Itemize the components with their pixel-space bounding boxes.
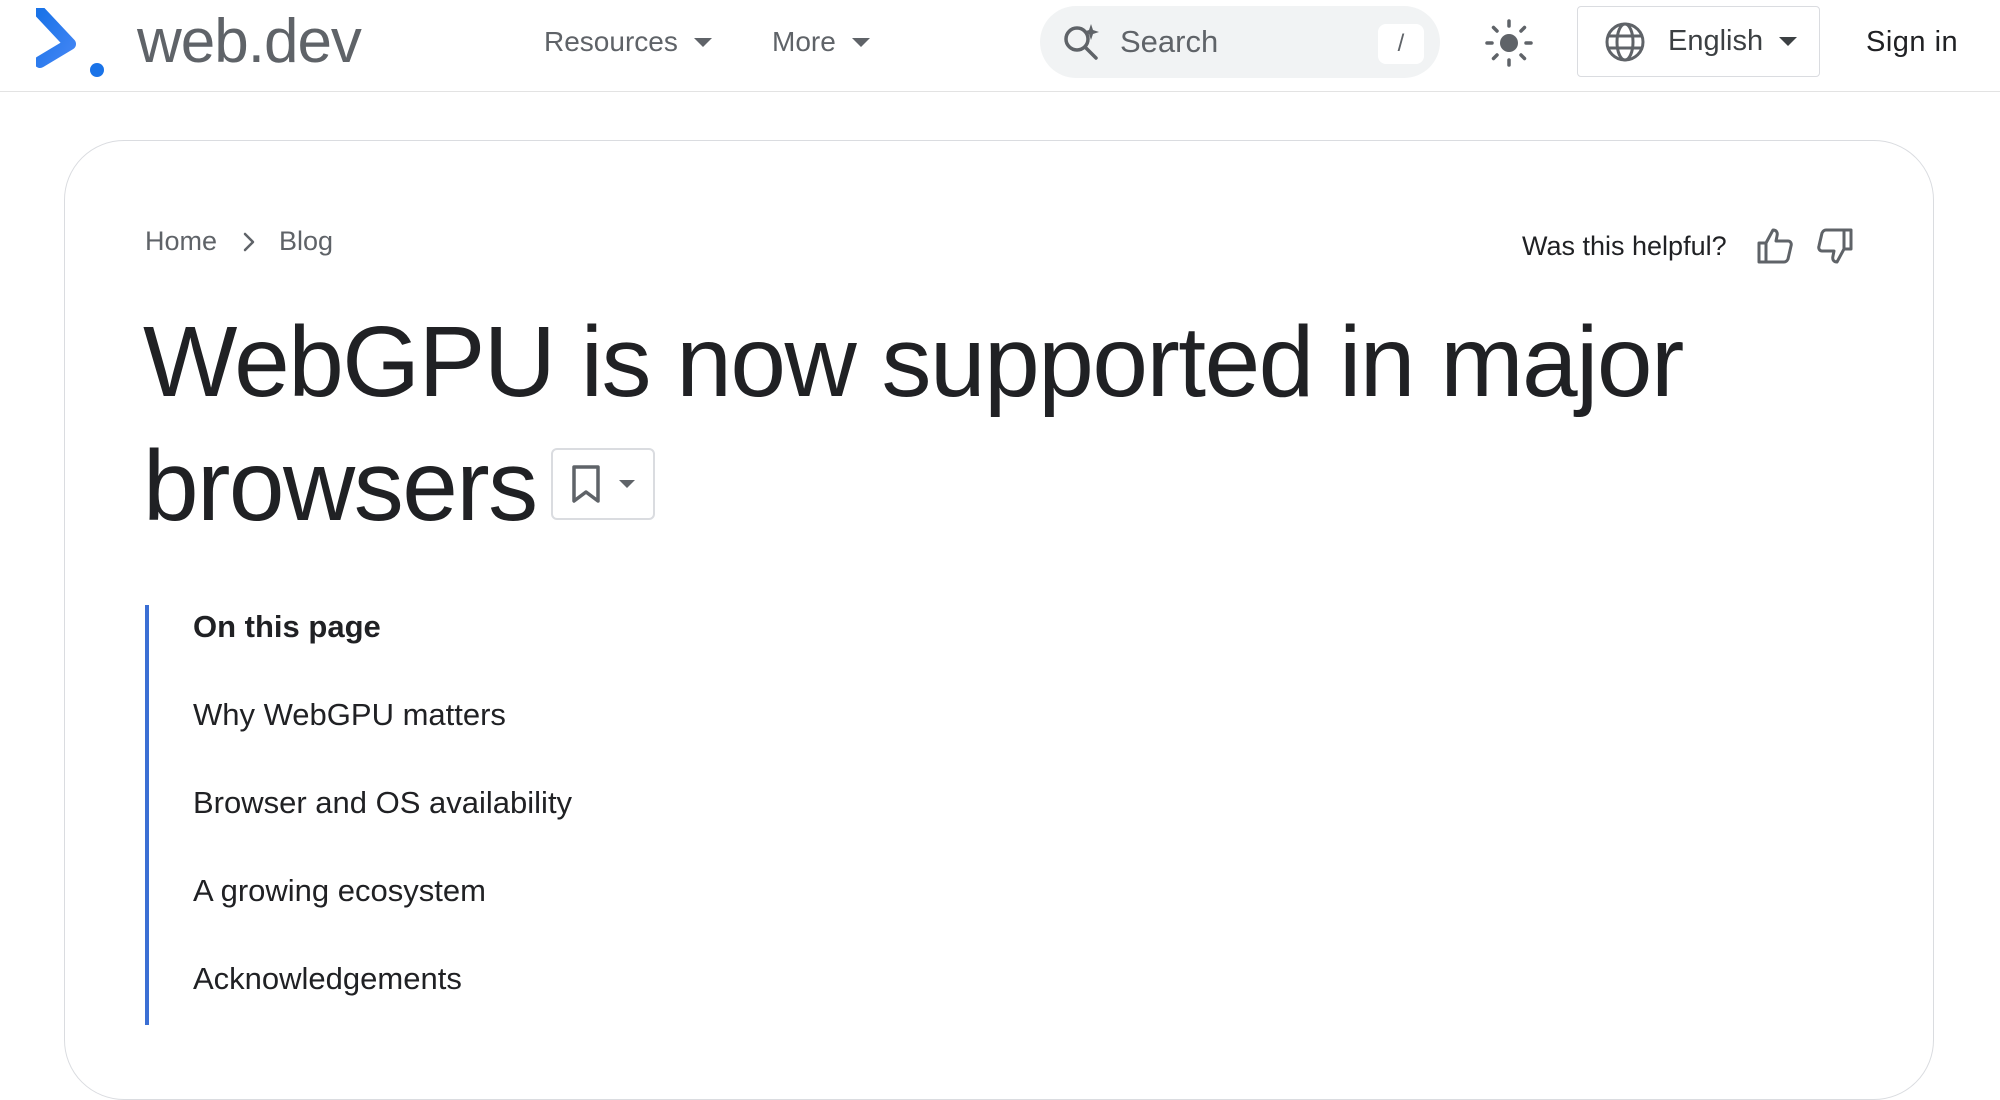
nav-more-dropdown[interactable]: More [772, 22, 870, 62]
toc-item-acknowledgements[interactable]: Acknowledgements [193, 961, 462, 997]
toc-item-browser-os-availability[interactable]: Browser and OS availability [193, 785, 572, 821]
breadcrumb-home-link[interactable]: Home [145, 226, 217, 257]
feedback-prompt: Was this helpful? [1522, 230, 1727, 261]
page-title-text: WebGPU is now supported in major browser… [143, 306, 1684, 542]
caret-down-icon [693, 37, 712, 47]
toc-heading: On this page [193, 609, 381, 644]
search-input[interactable] [1120, 20, 1350, 64]
caret-down-icon [851, 37, 870, 47]
search-bar[interactable]: / [1040, 6, 1440, 78]
table-of-contents: On this page Why WebGPU matters Browser … [145, 605, 945, 1025]
nav-resources-dropdown[interactable]: Resources [544, 22, 712, 62]
web-dev-logo-icon[interactable] [36, 8, 108, 78]
language-selected-label: English [1668, 25, 1764, 57]
sparkle-search-icon [1064, 24, 1099, 60]
site-logo-text[interactable]: web.dev [137, 2, 362, 82]
page-title: WebGPU is now supported in major browser… [143, 300, 1743, 548]
sun-icon[interactable] [1484, 18, 1534, 68]
feedback-widget: Was this helpful? [1522, 226, 1855, 266]
chevron-right-icon [243, 232, 255, 251]
globe-icon [1605, 22, 1645, 61]
search-shortcut-key: / [1378, 24, 1424, 64]
sign-in-button[interactable]: Sign in [1866, 20, 1958, 64]
language-select[interactable]: English [1577, 6, 1820, 77]
caret-down-icon [618, 479, 635, 488]
toc-item-growing-ecosystem[interactable]: A growing ecosystem [193, 873, 486, 909]
breadcrumb-blog-link[interactable]: Blog [279, 226, 333, 257]
nav-more-label: More [772, 26, 836, 57]
bookmark-icon [571, 464, 600, 503]
top-header: web.dev Resources More / [0, 0, 2000, 92]
bookmark-button[interactable] [550, 447, 655, 520]
toc-item-why-webgpu-matters[interactable]: Why WebGPU matters [193, 697, 506, 733]
caret-down-icon [1779, 37, 1798, 46]
thumb-down-icon[interactable] [1815, 226, 1855, 266]
breadcrumb: Home Blog [145, 226, 333, 257]
nav-resources-label: Resources [544, 26, 678, 57]
thumb-up-icon[interactable] [1755, 226, 1795, 266]
